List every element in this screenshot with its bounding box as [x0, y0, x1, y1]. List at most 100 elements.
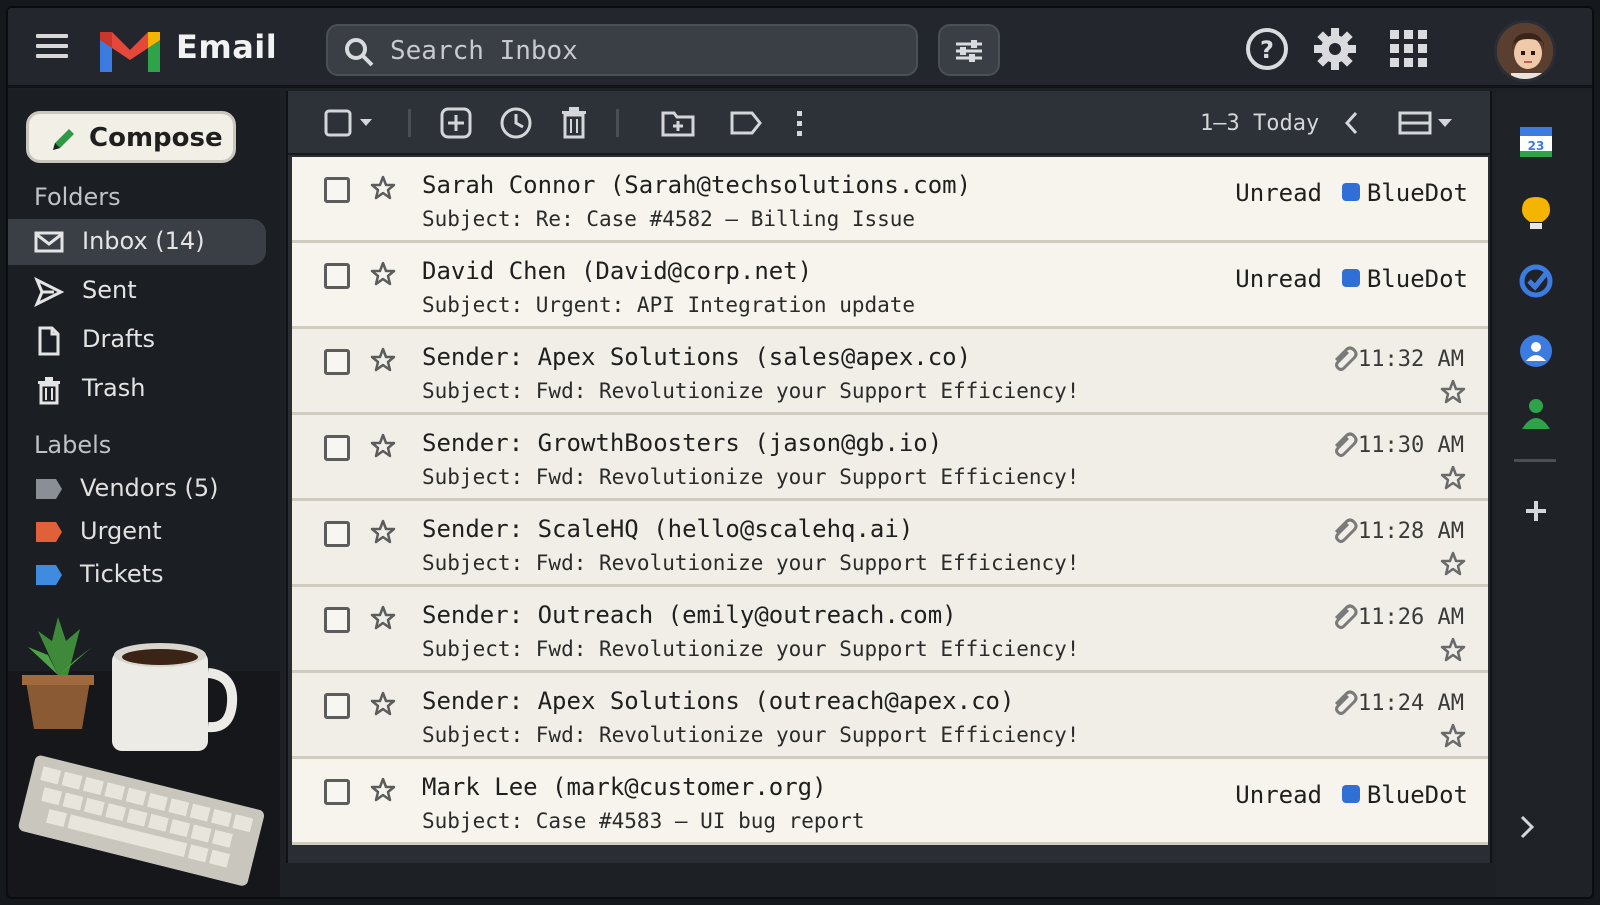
person-icon[interactable] — [1518, 395, 1554, 431]
mail-logo-icon — [100, 32, 160, 72]
label-tickets[interactable]: Tickets — [8, 555, 266, 595]
star-icon — [370, 691, 396, 716]
folder-inbox[interactable]: Inbox (14) — [8, 219, 266, 265]
email-row[interactable]: Sender: GrowthBoosters (jason@gb.io) Sub… — [292, 415, 1488, 501]
label-icon[interactable] — [728, 105, 764, 141]
row-checkbox[interactable] — [324, 779, 350, 805]
email-row[interactable]: David Chen (David@corp.net) Subject: Urg… — [292, 243, 1488, 329]
row-checkbox[interactable] — [324, 263, 350, 289]
pencil-icon — [53, 129, 74, 150]
email-row[interactable]: Sender: Outreach (emily@outreach.com) Su… — [292, 587, 1488, 673]
row-star-secondary[interactable] — [1440, 379, 1466, 409]
email-subject: Subject: Fwd: Revolutionize your Support… — [422, 723, 1080, 747]
tasks-check-icon[interactable] — [1518, 263, 1554, 299]
label-vendors-text: Vendors (5) — [80, 474, 219, 502]
keep-lightbulb-icon[interactable] — [1518, 195, 1554, 231]
row-star-button[interactable] — [370, 261, 396, 291]
sliders-icon — [956, 40, 982, 62]
email-sender: Sender: Apex Solutions (sales@apex.co) — [422, 343, 972, 371]
row-checkbox[interactable] — [324, 693, 350, 719]
delete-trash-icon[interactable] — [556, 105, 592, 141]
email-row[interactable]: Sarah Connor (Sarah@techsolutions.com) S… — [292, 157, 1488, 243]
user-avatar[interactable] — [1494, 20, 1556, 82]
contacts-icon[interactable] — [1518, 333, 1554, 369]
row-star-button[interactable] — [370, 433, 396, 463]
settings-gear-icon[interactable] — [1312, 26, 1358, 72]
row-checkbox[interactable] — [324, 521, 350, 547]
email-sender: David Chen (David@corp.net) — [422, 257, 813, 285]
desk-illustration — [8, 617, 280, 897]
email-tag: BlueDot — [1366, 781, 1468, 809]
row-checkbox[interactable] — [324, 177, 350, 203]
email-sender: Sender: Outreach (emily@outreach.com) — [422, 601, 957, 629]
row-star-secondary[interactable] — [1440, 465, 1466, 495]
folder-trash-label: Trash — [82, 374, 146, 402]
row-star-secondary[interactable] — [1440, 723, 1466, 753]
email-row[interactable]: Sender: ScaleHQ (hello@scalehq.ai) Subje… — [292, 501, 1488, 587]
star-icon — [370, 175, 396, 200]
attachment-button[interactable] — [1328, 687, 1358, 721]
file-icon — [38, 326, 60, 356]
compose-button[interactable]: Compose — [26, 111, 236, 163]
select-all-checkbox-icon[interactable] — [324, 105, 378, 141]
row-checkbox[interactable] — [324, 435, 350, 461]
search-options-button[interactable] — [938, 24, 1000, 76]
add-plus-icon[interactable] — [1518, 493, 1554, 529]
email-tag: BlueDot — [1366, 265, 1468, 293]
label-tag-icon — [36, 479, 62, 499]
search-input[interactable] — [390, 34, 890, 68]
email-sender: Mark Lee (mark@customer.org) — [422, 773, 827, 801]
paperclip-icon — [1334, 690, 1358, 715]
star-outline-icon — [1440, 465, 1466, 490]
email-status: Unread — [1235, 179, 1322, 207]
row-star-secondary[interactable] — [1440, 637, 1466, 667]
label-urgent[interactable]: Urgent — [8, 512, 266, 552]
row-star-button[interactable] — [370, 519, 396, 549]
apps-grid-icon[interactable] — [1386, 26, 1432, 72]
star-outline-icon — [1440, 637, 1466, 662]
avatar-portrait-icon — [1497, 23, 1553, 79]
star-outline-icon — [1440, 379, 1466, 404]
folder-sent[interactable]: Sent — [8, 268, 266, 314]
row-star-button[interactable] — [370, 691, 396, 721]
main-menu-icon[interactable] — [36, 34, 68, 62]
trash-icon — [38, 377, 60, 405]
attachment-button[interactable] — [1328, 601, 1358, 635]
chevron-right-icon[interactable] — [1510, 809, 1546, 845]
search-bar[interactable] — [326, 24, 918, 76]
email-row[interactable]: Sender: Apex Solutions (sales@apex.co) S… — [292, 329, 1488, 415]
right-side-rail: 23 — [1496, 91, 1592, 897]
attachment-button[interactable] — [1328, 515, 1358, 549]
row-star-button[interactable] — [370, 347, 396, 377]
density-toggle-icon[interactable] — [1398, 105, 1458, 141]
row-star-button[interactable] — [370, 175, 396, 205]
star-icon — [370, 261, 396, 286]
help-icon[interactable]: ? — [1244, 26, 1290, 72]
snooze-clock-icon[interactable] — [498, 105, 534, 141]
row-star-button[interactable] — [370, 605, 396, 635]
chevron-left-icon[interactable] — [1340, 105, 1364, 141]
attachment-button[interactable] — [1328, 429, 1358, 463]
label-vendors[interactable]: Vendors (5) — [8, 469, 266, 509]
paperclip-icon — [1334, 518, 1358, 543]
row-checkbox[interactable] — [324, 607, 350, 633]
folder-drafts[interactable]: Drafts — [8, 317, 266, 363]
email-row[interactable]: Sender: Apex Solutions (outreach@apex.co… — [292, 673, 1488, 759]
compose-label: Compose — [89, 123, 223, 153]
folder-trash[interactable]: Trash — [8, 366, 266, 412]
row-checkbox[interactable] — [324, 349, 350, 375]
email-sender: Sender: GrowthBoosters (jason@gb.io) — [422, 429, 943, 457]
email-status: Unread — [1235, 265, 1322, 293]
attachment-button[interactable] — [1328, 343, 1358, 377]
label-tickets-text: Tickets — [80, 560, 164, 588]
more-options-icon[interactable] — [790, 105, 810, 141]
calendar-icon[interactable]: 23 — [1518, 123, 1554, 159]
email-subject: Subject: Case #4583 – UI bug report — [422, 809, 865, 833]
move-to-folder-icon[interactable] — [660, 105, 696, 141]
row-star-button[interactable] — [370, 777, 396, 807]
row-star-secondary[interactable] — [1440, 551, 1466, 581]
star-outline-icon — [1440, 723, 1466, 748]
email-row[interactable]: Mark Lee (mark@customer.org) Subject: Ca… — [292, 759, 1488, 845]
add-task-icon[interactable] — [438, 105, 474, 141]
labels-heading: Labels — [34, 431, 112, 459]
